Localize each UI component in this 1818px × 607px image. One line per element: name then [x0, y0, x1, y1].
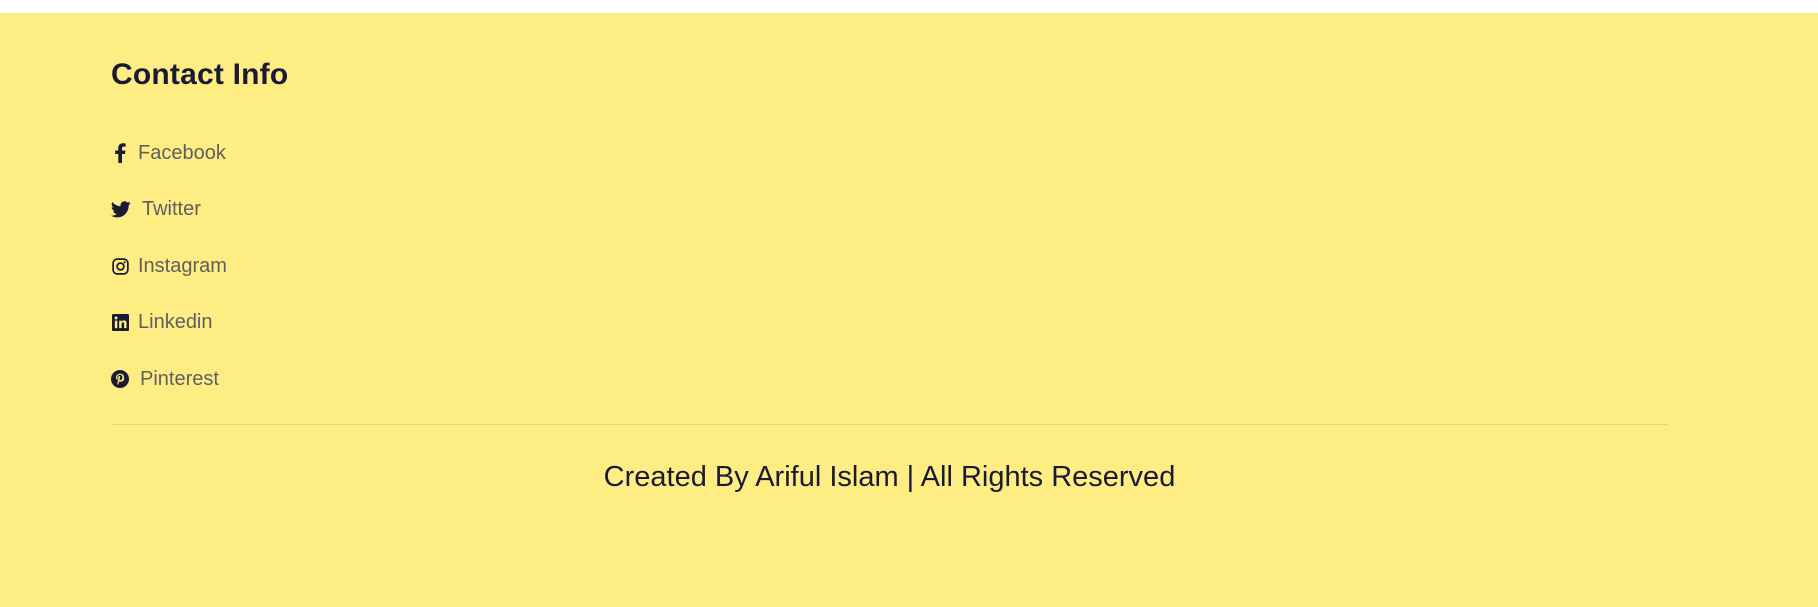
social-link-pinterest[interactable]: Pinterest	[111, 351, 227, 408]
instagram-icon	[111, 257, 129, 275]
social-link-linkedin[interactable]: Linkedin	[111, 295, 227, 352]
page: Contact Info Facebook Twitter Instagram …	[0, 0, 1818, 607]
footer-divider	[111, 424, 1668, 425]
pinterest-icon	[111, 370, 129, 389]
footer: Contact Info Facebook Twitter Instagram …	[0, 13, 1818, 607]
footer-container: Contact Info Facebook Twitter Instagram …	[111, 13, 1668, 607]
social-link-label[interactable]: Instagram	[138, 255, 227, 278]
social-link-label[interactable]: Twitter	[142, 198, 201, 221]
social-link-instagram[interactable]: Instagram	[111, 238, 227, 295]
contact-info-heading: Contact Info	[111, 58, 289, 91]
social-link-facebook[interactable]: Facebook	[111, 125, 227, 182]
facebook-icon	[111, 143, 129, 164]
social-link-twitter[interactable]: Twitter	[111, 182, 227, 239]
social-link-label[interactable]: Facebook	[138, 142, 226, 165]
social-link-label[interactable]: Pinterest	[140, 368, 219, 391]
linkedin-icon	[111, 314, 129, 332]
copyright-text: Created By Ariful Islam | All Rights Res…	[603, 461, 1176, 493]
social-links-list: Facebook Twitter Instagram Linkedin Pint…	[111, 125, 227, 408]
social-link-label[interactable]: Linkedin	[138, 311, 213, 334]
twitter-icon	[111, 201, 131, 219]
